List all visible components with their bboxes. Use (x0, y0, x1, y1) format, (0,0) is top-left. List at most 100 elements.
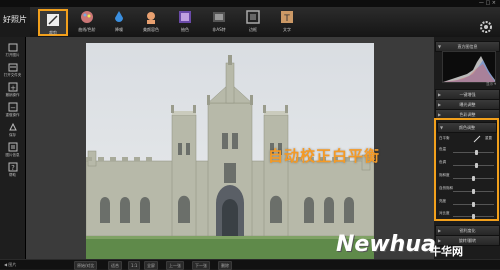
tool-beauty[interactable]: 美颜容色 (136, 8, 166, 36)
slider-label: 饱和度 (439, 173, 450, 177)
white-balance-label: 白平衡 (439, 136, 450, 140)
gear-icon[interactable] (479, 20, 493, 34)
collapse-triangle-icon: ▼ (440, 125, 444, 130)
slider-knob[interactable] (475, 163, 479, 168)
face-icon (147, 12, 155, 24)
tool-label: 美颜容色 (143, 27, 159, 32)
frame-icon (179, 11, 191, 23)
sidebar-item-label: 图片信息 (5, 153, 20, 157)
tool-film[interactable]: 非AS特 (204, 8, 234, 36)
section-white-balance[interactable]: ▼ 颜色调整 (437, 122, 497, 133)
slider-label: 色调 (439, 160, 446, 164)
tool-label: 文字 (283, 27, 291, 32)
tool-color-extract[interactable]: 抽色 (170, 8, 200, 36)
section-title: 直方图信息 (457, 44, 478, 49)
expand-triangle-icon: ▶ (438, 228, 442, 233)
actual-size-button[interactable]: 1:1 (128, 261, 141, 270)
sidebar-item-undo[interactable]: + 撤销操作 (2, 82, 23, 98)
tool-crop[interactable]: 裁剪 (38, 9, 68, 36)
sidebar-item-redo[interactable]: − 重做操作 (2, 102, 23, 118)
tool-border[interactable]: 边框 (238, 8, 268, 36)
slider-row: 对比度 (439, 211, 497, 219)
text-icon: T (281, 11, 293, 24)
slider-track[interactable] (453, 165, 494, 166)
help-icon: ? (8, 162, 17, 172)
info-icon (8, 142, 17, 152)
slider-row: 饱和度 (439, 173, 497, 181)
drop-icon (115, 11, 123, 22)
slider-row: 色温 (439, 147, 497, 155)
slider-knob[interactable] (472, 189, 475, 194)
svg-text:−: − (10, 104, 16, 112)
sidebar-item-info[interactable]: 图片信息 (2, 142, 23, 158)
slider-knob[interactable] (472, 214, 475, 219)
left-sidebar: 打开图片 打开文件夹 + 撤销操作 − 重做操作 保存 图片信息 ? 帮助 (0, 37, 26, 259)
sidebar-item-save[interactable]: 保存 (2, 122, 23, 138)
histogram-graph (443, 56, 495, 82)
slider-knob[interactable] (475, 150, 479, 155)
watermark-cn: 牛华网 (430, 245, 463, 258)
right-panel: ▼ 直方图信息 显示 ▾ ▶ 一键增强 ▶ 曝光调整 ▶ 色彩调整 ▼ 颜色调整… (434, 37, 500, 259)
border-icon (246, 10, 260, 24)
expand-triangle-icon: ▶ (438, 102, 442, 107)
save-icon (8, 122, 17, 131)
next-button[interactable]: 下一张 (192, 261, 210, 270)
histogram-option[interactable]: 显示 ▾ (486, 82, 496, 87)
slider-row: 色调 (439, 160, 497, 168)
fit-button[interactable]: 适合 (108, 261, 122, 270)
sidebar-item-label: 打开图片 (5, 53, 20, 57)
section-title: 锐利度化 (459, 228, 476, 233)
sidebar-item-open-image[interactable]: 打开图片 (2, 42, 23, 58)
window-controls[interactable]: — □ × (479, 0, 496, 6)
slider-track[interactable] (453, 152, 494, 153)
slider-label: 对比度 (439, 211, 450, 215)
svg-text:?: ? (11, 164, 15, 172)
slider-knob[interactable] (472, 202, 475, 207)
tool-label: 降噪 (115, 27, 123, 32)
auto-white-balance-caption: 自动校正白平衡 (268, 147, 381, 165)
undo-icon: + (8, 82, 17, 92)
svg-text:T: T (283, 14, 290, 24)
delete-button[interactable]: 删除 (218, 261, 232, 270)
slider-label: 自然饱和 (439, 186, 453, 190)
slider-label: 色温 (439, 147, 446, 151)
histogram-chart (442, 51, 496, 83)
watermark-brand: Newhua (336, 232, 436, 257)
slider-label: 亮度 (439, 199, 446, 203)
eyedropper-icon[interactable] (473, 135, 481, 143)
tool-curves[interactable]: 曲线/色阶 (72, 8, 102, 36)
tool-label: 非AS特 (212, 27, 226, 32)
sidebar-item-label: 撤销操作 (5, 93, 20, 97)
folder-open-icon (8, 63, 17, 72)
sidebar-item-label: 打开文件夹 (3, 73, 22, 77)
white-balance-panel: ▼ 颜色调整 白平衡 重置 色温 色调 饱和度 自然饱和 亮度 对比度 (434, 118, 499, 221)
tool-label: 曲线/色阶 (78, 27, 96, 32)
svg-text:+: + (10, 84, 16, 92)
tool-label: 裁剪 (49, 30, 57, 35)
tool-text[interactable]: T 文字 (272, 8, 302, 36)
compare-button[interactable]: 原始/对比 (74, 261, 98, 270)
section-title: 颜色调整 (459, 125, 475, 130)
status-images-button[interactable]: ◀ 图片 (4, 261, 16, 268)
expand-triangle-icon: ▶ (438, 92, 442, 97)
section-title: 色彩调整 (459, 112, 476, 117)
redo-icon: − (8, 102, 17, 112)
fullscreen-button[interactable]: 全屏 (144, 261, 158, 270)
reset-button[interactable]: 重置 (485, 136, 492, 141)
sidebar-item-open-folder[interactable]: 打开文件夹 (2, 62, 23, 78)
sidebar-item-help[interactable]: ? 帮助 (2, 162, 23, 178)
slider-row: 自然饱和 (439, 186, 497, 194)
slider-knob[interactable] (472, 176, 475, 181)
tool-denoise[interactable]: 降噪 (104, 8, 134, 36)
slider-row: 亮度 (439, 199, 497, 207)
section-title: 一键增强 (459, 92, 476, 97)
sidebar-item-label: 重做操作 (5, 113, 20, 117)
prev-button[interactable]: 上一张 (166, 261, 184, 270)
folder-icon (8, 43, 17, 52)
crop-pencil-icon (47, 14, 59, 26)
tool-label: 抽色 (181, 27, 189, 32)
sidebar-item-label: 帮助 (9, 173, 16, 177)
main-toolbar: 裁剪 曲线/色阶 降噪 美颜容色 抽色 非AS特 边框 T 文字 (30, 7, 500, 38)
film-icon (213, 12, 225, 22)
white-balance-auto-row: 白平衡 重置 (439, 135, 497, 144)
